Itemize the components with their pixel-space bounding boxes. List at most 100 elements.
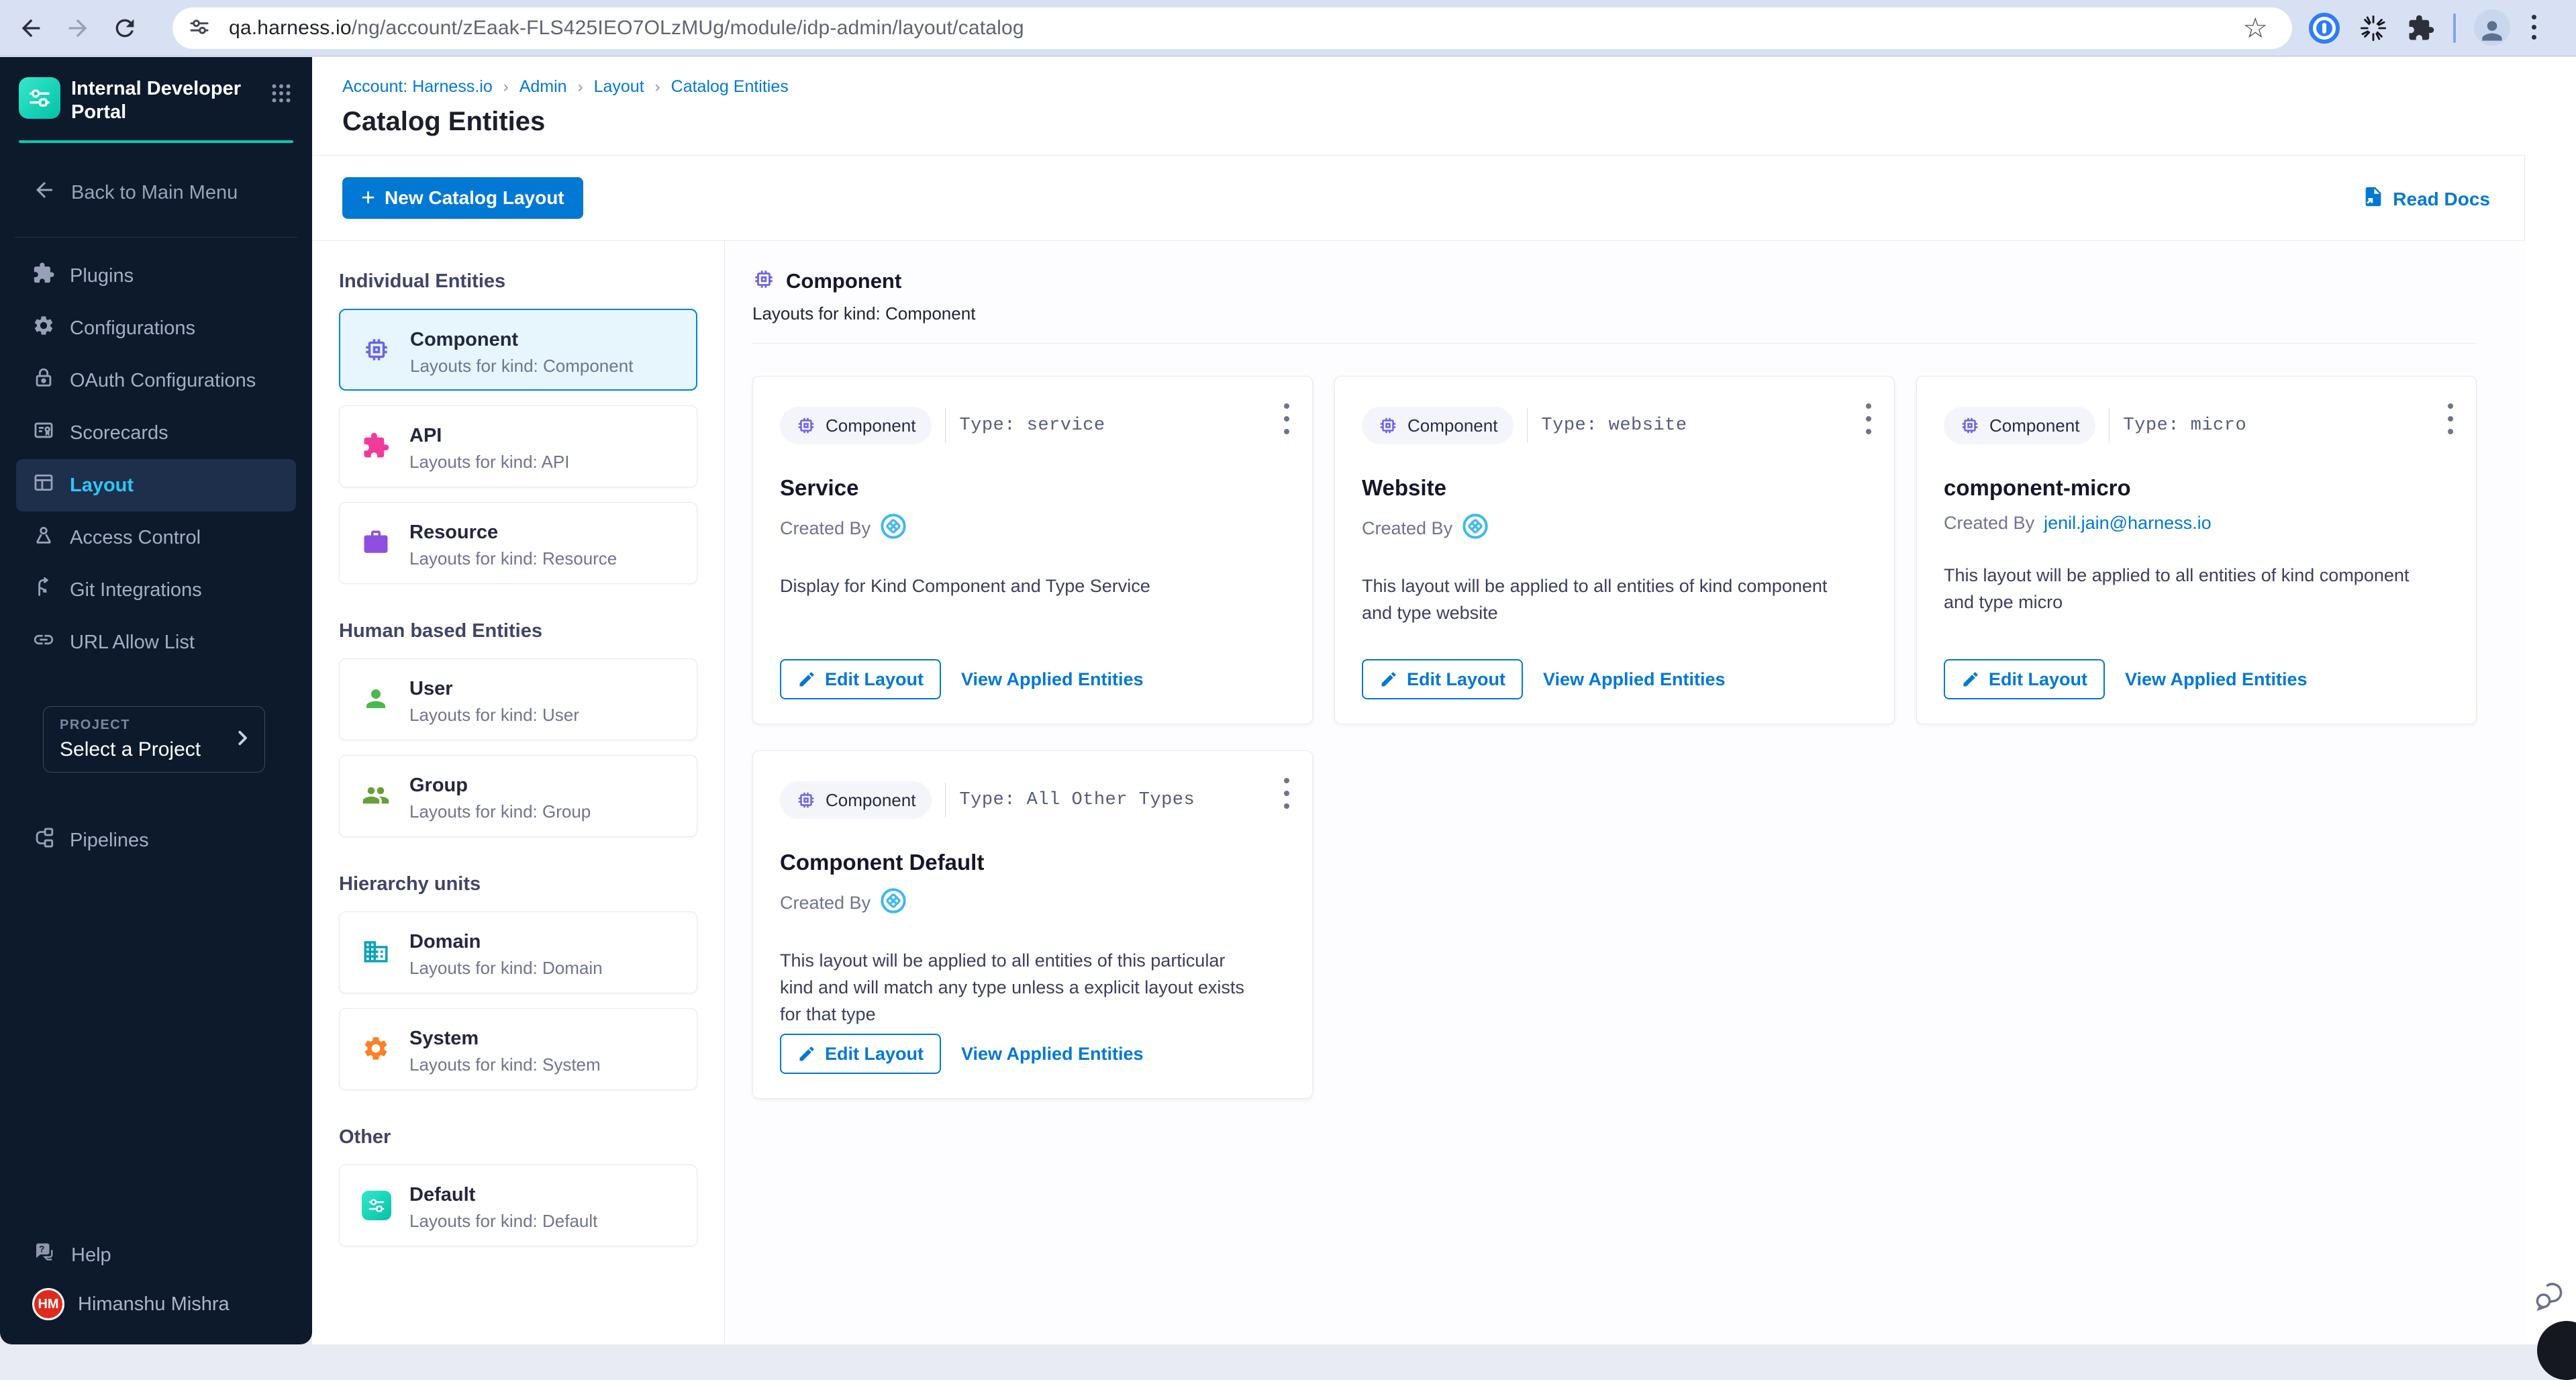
entity-item-default[interactable]: Default Layouts for kind: Default [339, 1165, 697, 1246]
sidebar-item-layout[interactable]: Layout [16, 459, 296, 511]
breadcrumb-layout[interactable]: Layout [594, 77, 644, 97]
bookmark-star-icon[interactable]: ☆ [2242, 14, 2268, 42]
app-title: Internal Developer Portal [71, 77, 246, 124]
sidebar-item-scorecards[interactable]: Scorecards [0, 407, 312, 459]
sidebar-item-access-control[interactable]: Access Control [0, 511, 312, 564]
default-idp-icon [362, 1191, 391, 1220]
type-text: Type: service [959, 415, 1105, 436]
gears-icon [32, 314, 55, 342]
card-menu-icon[interactable] [1862, 399, 1875, 438]
badge-divider [2109, 408, 2110, 443]
sidebar-item-label: Git Integrations [70, 579, 202, 601]
sidebar-item-oauth-configurations[interactable]: OAuth Configurations [0, 354, 312, 407]
kind-badge: Component [780, 781, 932, 819]
resource-briefcase-icon [362, 528, 390, 560]
view-applied-entities-link[interactable]: View Applied Entities [1543, 669, 1726, 690]
kind-chip-icon [752, 268, 775, 294]
view-applied-entities-link[interactable]: View Applied Entities [2125, 669, 2308, 690]
entity-item-user[interactable]: User Layouts for kind: User [339, 658, 697, 740]
domain-building-icon [362, 938, 390, 969]
new-catalog-layout-button[interactable]: + New Catalog Layout [342, 177, 583, 219]
chip-icon [1378, 415, 1398, 436]
view-applied-entities-link[interactable]: View Applied Entities [961, 1044, 1144, 1065]
section-title-other: Other [339, 1126, 697, 1148]
entity-subtitle: Layouts for kind: Domain [409, 958, 603, 979]
chat-support-icon[interactable] [2533, 1277, 2569, 1317]
sidebar-item-url-allow-list[interactable]: URL Allow List [0, 616, 312, 669]
card-menu-icon[interactable] [1280, 399, 1293, 438]
breadcrumb-admin[interactable]: Admin [519, 77, 567, 97]
card-title: component-micro [1944, 475, 2449, 501]
sidebar-item-label: Layout [70, 475, 134, 497]
browser-reload-icon[interactable] [111, 15, 138, 42]
entity-item-system[interactable]: System Layouts for kind: System [339, 1008, 697, 1090]
entity-name: Default [409, 1184, 475, 1206]
lock-icon [32, 366, 55, 395]
breadcrumb-separator: › [503, 78, 509, 97]
svg-text:?: ? [39, 1244, 44, 1254]
browser-profile-avatar[interactable] [2474, 9, 2510, 46]
extensions-puzzle-icon[interactable] [2407, 14, 2435, 42]
site-settings-icon[interactable] [187, 15, 211, 42]
sidebar-item-help[interactable]: ? Help [0, 1229, 312, 1281]
edit-layout-button[interactable]: Edit Layout [1944, 659, 2105, 699]
browser-forward-icon[interactable] [64, 15, 91, 42]
back-to-main-menu[interactable]: Back to Main Menu [0, 143, 312, 207]
entity-subtitle: Layouts for kind: System [409, 1054, 601, 1075]
sidebar-item-pipelines[interactable]: Pipelines [0, 814, 312, 867]
breadcrumb-separator: › [578, 78, 583, 97]
created-by-label: Created By [1944, 513, 2034, 534]
user-person-icon [362, 685, 390, 716]
breadcrumb-account[interactable]: Account: Harness.io [342, 77, 493, 97]
edit-layout-button[interactable]: Edit Layout [780, 659, 941, 699]
harness-logo-icon [880, 513, 907, 544]
edit-layout-label: Edit Layout [825, 1044, 924, 1065]
browser-chrome: qa.harness.io/ng/account/zEaak-FLS425IEO… [0, 0, 2576, 56]
entity-item-domain[interactable]: Domain Layouts for kind: Domain [339, 911, 697, 993]
entity-name: User [409, 678, 453, 700]
entity-item-resource[interactable]: Resource Layouts for kind: Resource [339, 502, 697, 584]
entity-name: Group [409, 775, 468, 797]
kind-badge: Component [1362, 407, 1514, 444]
type-text: Type: micro [2123, 415, 2246, 436]
sidebar-item-plugins[interactable]: Plugins [0, 250, 312, 302]
edit-layout-button[interactable]: Edit Layout [1362, 659, 1523, 699]
group-people-icon [362, 781, 390, 813]
kind-badge: Component [780, 407, 932, 444]
layout-card-website: Component Type: website Website Created … [1334, 376, 1895, 724]
entity-item-group[interactable]: Group Layouts for kind: Group [339, 755, 697, 837]
read-docs-link[interactable]: Read Docs [2362, 185, 2490, 213]
idp-logo-icon[interactable] [19, 77, 60, 119]
entity-item-component[interactable]: Component Layouts for kind: Component [339, 309, 697, 391]
entity-item-api[interactable]: API Layouts for kind: API [339, 405, 697, 487]
sidebar-item-git-integrations[interactable]: Git Integrations [0, 564, 312, 616]
browser-back-icon[interactable] [17, 15, 44, 42]
card-menu-icon[interactable] [2444, 399, 2457, 438]
pencil-icon [797, 1044, 816, 1063]
view-applied-entities-link[interactable]: View Applied Entities [961, 669, 1144, 690]
sidebar-item-label: Configurations [70, 317, 195, 340]
browser-menu-icon[interactable] [2532, 15, 2536, 40]
card-menu-icon[interactable] [1280, 774, 1293, 813]
address-bar[interactable]: qa.harness.io/ng/account/zEaak-FLS425IEO… [172, 7, 2292, 49]
edit-layout-button[interactable]: Edit Layout [780, 1034, 941, 1074]
card-title: Service [780, 475, 1285, 501]
url-path: /ng/account/zEaak-FLS425IEO7OLzMUg/modul… [352, 17, 1024, 39]
entity-subtitle: Layouts for kind: User [409, 705, 579, 726]
project-selector[interactable]: PROJECT Select a Project [43, 706, 265, 773]
sidebar-item-label: URL Allow List [70, 632, 195, 654]
read-docs-label: Read Docs [2393, 189, 2490, 210]
entity-subtitle: Layouts for kind: Resource [409, 548, 617, 569]
sidebar-item-configurations[interactable]: Configurations [0, 302, 312, 354]
kind-badge: Component [1944, 407, 2095, 444]
sidebar-separator [15, 237, 297, 238]
breadcrumb-catalog-entities[interactable]: Catalog Entities [671, 77, 789, 97]
creator-email-link[interactable]: jenil.jain@harness.io [2044, 513, 2212, 534]
entity-name: Domain [409, 931, 481, 953]
password-manager-extension-icon[interactable] [2309, 13, 2340, 44]
user-menu[interactable]: HM Himanshu Mishra [0, 1288, 312, 1320]
pencil-icon [1961, 670, 1980, 689]
toolbar: + New Catalog Layout Read Docs [312, 156, 2525, 240]
sunburst-extension-icon[interactable] [2359, 13, 2388, 43]
module-grid-icon[interactable] [269, 81, 293, 109]
